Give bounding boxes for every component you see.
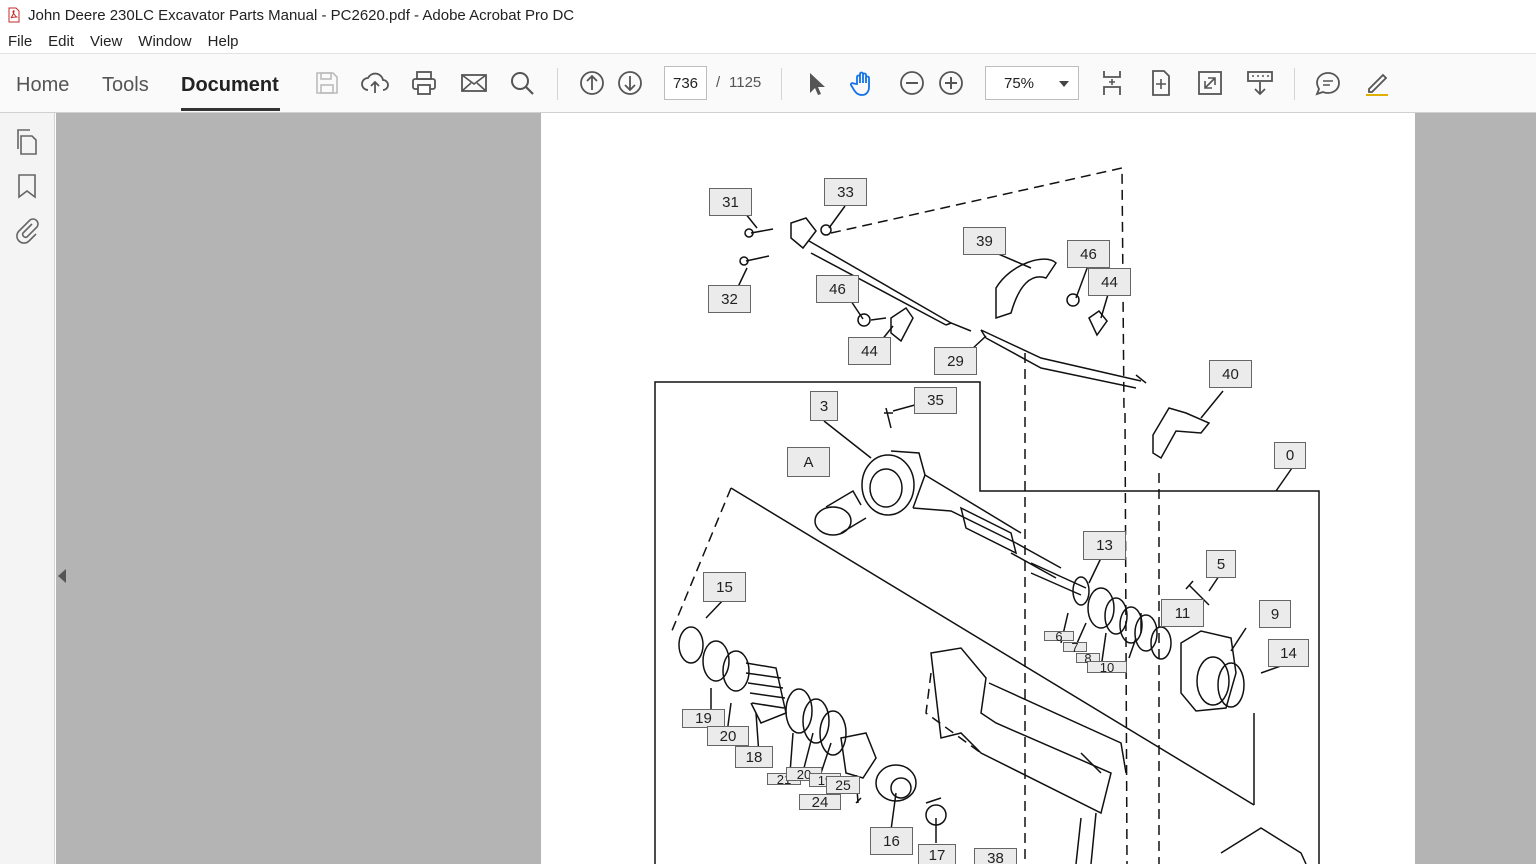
- callout-3: 3: [810, 391, 838, 421]
- select-cursor-icon[interactable]: [798, 66, 832, 100]
- callout-16: 16: [870, 827, 913, 855]
- parts-diagram: [654, 167, 1320, 864]
- callout-15: 15: [703, 572, 746, 602]
- callout-46-b: 46: [816, 275, 859, 303]
- menu-edit[interactable]: Edit: [40, 33, 82, 50]
- navigation-pane: [0, 113, 55, 864]
- save-icon[interactable]: [310, 66, 344, 100]
- page-separator: /: [716, 74, 721, 91]
- callout-6: 6: [1044, 629, 1074, 644]
- callout-31: 31: [709, 188, 752, 216]
- pdf-page[interactable]: 31 33 39 46 44 32 46 44 29 40 3 35 A 0 1…: [541, 113, 1415, 864]
- callout-0: 0: [1274, 442, 1306, 469]
- menu-view[interactable]: View: [82, 33, 130, 50]
- zoom-out-icon[interactable]: [895, 66, 929, 100]
- toolbar-separator: [1294, 68, 1295, 100]
- acrobat-icon: [6, 7, 22, 23]
- menu-file[interactable]: File: [0, 33, 40, 50]
- toolbar-separator: [557, 68, 558, 100]
- callout-44-a: 44: [1088, 268, 1131, 296]
- page-thumbnails-icon[interactable]: [12, 127, 42, 157]
- zoom-level-select[interactable]: 75%: [985, 66, 1079, 100]
- callout-18: 18: [735, 746, 773, 768]
- zoom-level-value: 75%: [1004, 74, 1035, 92]
- active-tab-indicator: [181, 108, 280, 111]
- scroll-mode-icon[interactable]: [1095, 66, 1129, 100]
- read-mode-icon[interactable]: [1243, 66, 1277, 100]
- zoom-in-icon[interactable]: [934, 66, 968, 100]
- callout-10: 10: [1087, 660, 1127, 675]
- callout-44-b: 44: [848, 337, 891, 365]
- hand-tool-icon[interactable]: [846, 66, 880, 100]
- callout-39: 39: [963, 227, 1006, 255]
- page-number-input[interactable]: 736: [664, 66, 707, 100]
- page-total: 1125: [729, 74, 762, 91]
- callout-5: 5: [1206, 550, 1236, 578]
- callout-29: 29: [934, 347, 977, 375]
- toolbar-separator: [781, 68, 782, 100]
- full-screen-icon[interactable]: [1193, 66, 1227, 100]
- callout-17: 17: [918, 844, 956, 864]
- chevron-down-icon: [1059, 81, 1069, 87]
- comment-icon[interactable]: [1311, 66, 1345, 100]
- callout-24: 24: [799, 794, 841, 811]
- menu-help[interactable]: Help: [200, 33, 247, 50]
- next-page-icon[interactable]: [613, 66, 647, 100]
- callout-46-a: 46: [1067, 240, 1110, 268]
- tab-tools[interactable]: Tools: [102, 74, 149, 97]
- fit-page-icon[interactable]: [1144, 66, 1178, 100]
- cloud-upload-icon[interactable]: [358, 66, 392, 100]
- previous-page-icon[interactable]: [575, 66, 609, 100]
- search-icon[interactable]: [505, 66, 539, 100]
- callout-20-a: 20: [707, 726, 749, 746]
- callout-11: 11: [1161, 599, 1204, 627]
- callout-32: 32: [708, 285, 751, 313]
- callout-35: 35: [914, 387, 957, 414]
- callout-33: 33: [824, 178, 867, 206]
- callout-13: 13: [1083, 531, 1126, 560]
- callout-25: 25: [826, 776, 860, 794]
- title-bar: John Deere 230LC Excavator Parts Manual …: [0, 0, 1536, 30]
- bookmarks-icon[interactable]: [12, 171, 42, 201]
- highlight-pen-icon[interactable]: [1360, 66, 1394, 100]
- tab-document[interactable]: Document: [181, 74, 279, 97]
- callout-38: 38: [974, 848, 1017, 864]
- collapse-pane-icon[interactable]: [58, 569, 66, 583]
- callout-40: 40: [1209, 360, 1252, 388]
- main-toolbar: Home Tools Document 736 / 1125 75%: [0, 54, 1536, 113]
- menu-bar: File Edit View Window Help: [0, 30, 1536, 54]
- menu-window[interactable]: Window: [130, 33, 199, 50]
- print-icon[interactable]: [407, 66, 441, 100]
- attachments-icon[interactable]: [12, 215, 42, 245]
- tab-home[interactable]: Home: [16, 74, 69, 97]
- email-icon[interactable]: [457, 66, 491, 100]
- callout-9: 9: [1259, 600, 1291, 628]
- callout-14: 14: [1268, 639, 1309, 667]
- window-title: John Deere 230LC Excavator Parts Manual …: [28, 6, 575, 24]
- callout-a: A: [787, 447, 830, 477]
